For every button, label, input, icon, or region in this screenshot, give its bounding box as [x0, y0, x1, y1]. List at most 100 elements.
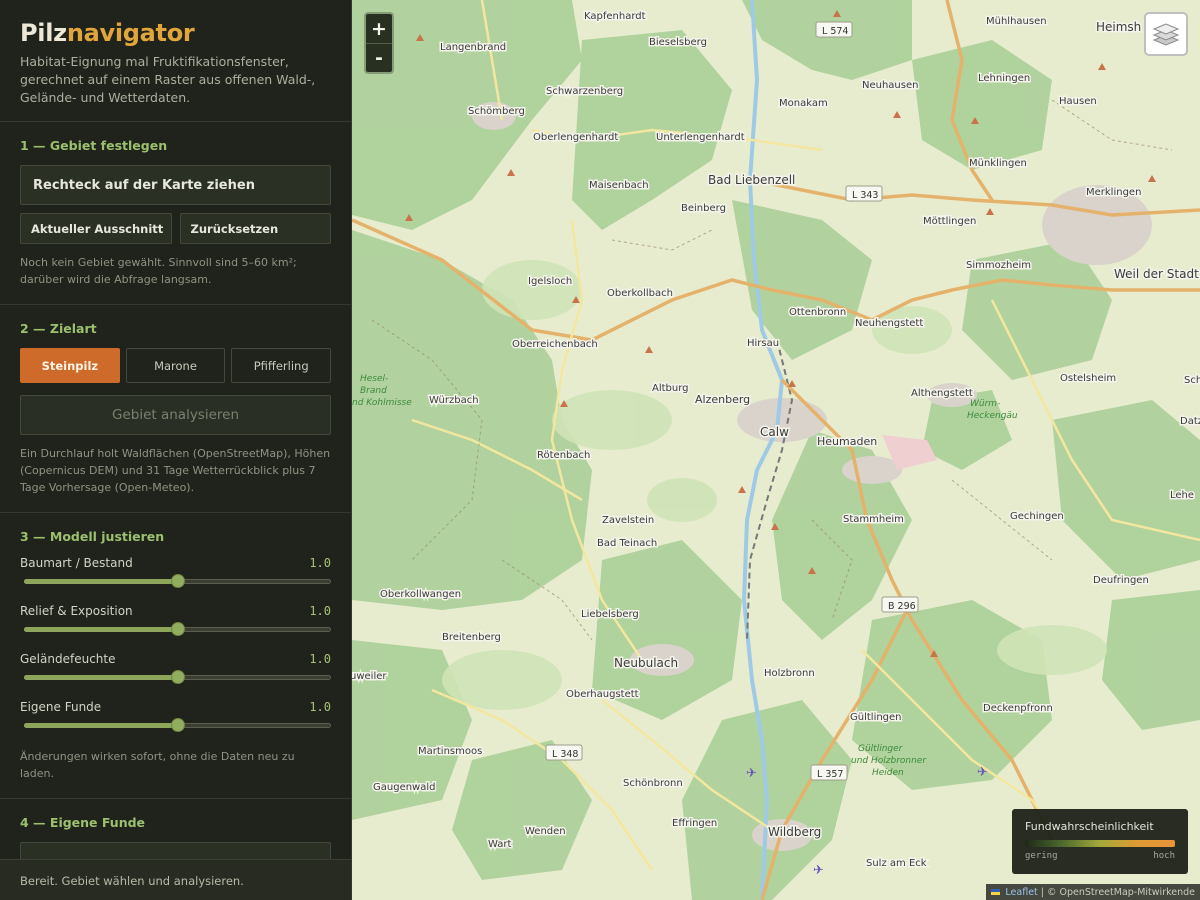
model-hint: Änderungen wirken sofort, ohne die Daten… — [20, 750, 295, 780]
place-label: Neuhausen — [862, 80, 918, 91]
app-tagline: Habitat-Eignung mal Fruktifikationsfenst… — [20, 54, 316, 105]
place-label: Gültlingen — [850, 712, 902, 723]
place-label: Monakam — [779, 98, 828, 109]
nature-label: Hesel- — [360, 374, 388, 384]
zoom-in-button[interactable]: + — [366, 14, 392, 43]
place-label: Oberlengenhardt — [533, 132, 618, 143]
place-label: Würzbach — [429, 395, 479, 406]
slider-track[interactable] — [20, 620, 331, 638]
place-label: Altburg — [652, 383, 689, 394]
place-label: Sch — [1184, 375, 1200, 386]
area-section-title: 1 — Gebiet festlegen — [20, 138, 168, 153]
place-label: Breitenberg — [442, 632, 501, 643]
road-shield-l343: L 343 — [845, 185, 883, 202]
place-label: Sulz am Eck — [866, 858, 927, 869]
place-label: Igelsloch — [528, 276, 572, 287]
species-option-marone[interactable]: Marone — [125, 348, 226, 383]
map-view[interactable]: ✈ ✈ ✈ L 574 L 343 B 296 L 348 L 357 Kapfen… — [352, 0, 1200, 900]
legend-high-label: hoch — [1153, 851, 1175, 861]
species-section-title: 2 — Zielart — [20, 321, 97, 336]
nature-label: und Holzbronner — [851, 756, 927, 766]
nature-label: Würm- — [970, 399, 1000, 409]
area-section: 1 — Gebiet festlegen Rechteck auf der Ka… — [0, 122, 351, 305]
slider-label: Baumart / Bestand — [20, 556, 133, 570]
place-label: Bad Liebenzell — [708, 173, 795, 187]
place-label: Oberhaugstett — [566, 689, 639, 700]
place-label: Weil der Stadt — [1114, 267, 1199, 281]
slider-label: Eigene Funde — [20, 700, 102, 714]
slider-fill — [24, 675, 178, 680]
slider-value: 1.0 — [309, 604, 331, 618]
place-label: Datz — [1180, 416, 1200, 427]
place-label: Unterlengenhardt — [656, 132, 745, 143]
map-attribution: Leaflet | © OpenStreetMap-Mitwirkende — [986, 884, 1200, 900]
slider-value: 1.0 — [309, 652, 331, 666]
place-label: Liebelsberg — [581, 609, 639, 620]
place-label: Bad Teinach — [597, 538, 657, 549]
place-label: Oberkollbach — [607, 288, 673, 299]
ukraine-flag-icon — [991, 889, 1001, 895]
place-label: Möttlingen — [923, 216, 976, 227]
road-label: L 357 — [817, 769, 843, 780]
road-shield-l574: L 574 — [815, 21, 853, 38]
legend-title: Fundwahrscheinlichkeit — [1025, 820, 1154, 833]
layer-switcher-button[interactable] — [1144, 12, 1188, 56]
model-section: 3 — Modell justieren Baumart / Bestand 1.… — [0, 513, 351, 799]
slider-track[interactable] — [20, 572, 331, 590]
road-shield-l348: L 348 — [545, 744, 583, 761]
leaflet-link[interactable]: Leaflet — [1005, 887, 1037, 898]
place-label: Neuhengstett — [855, 318, 923, 329]
place-label: Simmozheim — [966, 260, 1031, 271]
place-label: Gaugenwald — [373, 782, 436, 793]
place-label: Mühlhausen — [986, 16, 1047, 27]
place-label: Deckenpfronn — [983, 703, 1053, 714]
zoom-out-button[interactable]: - — [366, 43, 392, 72]
current-view-button[interactable]: Aktueller Ausschnitt — [20, 213, 172, 244]
place-label: Neubulach — [614, 656, 678, 670]
species-option-steinpilz[interactable]: Steinpilz — [20, 348, 120, 383]
area-hint: Noch kein Gebiet gewählt. Sinnvoll sind … — [20, 256, 297, 286]
control-sidebar: Pilznavigator Habitat-Eignung mal Frukti… — [0, 0, 352, 900]
svg-text:✈: ✈ — [977, 765, 988, 780]
slider-funde: Eigene Funde 1.0 — [20, 700, 331, 734]
reset-area-button[interactable]: Zurücksetzen — [179, 213, 331, 244]
svg-text:✈: ✈ — [746, 766, 757, 781]
place-label: Zavelstein — [602, 515, 654, 526]
slider-track[interactable] — [20, 668, 331, 686]
place-label: Alzenberg — [695, 393, 750, 406]
attribution-separator: | — [1040, 886, 1044, 898]
status-bar: Bereit. Gebiet wählen und analysieren. — [0, 859, 351, 900]
analyse-area-button[interactable]: Gebiet analysieren — [20, 395, 331, 435]
place-label: Oberreichenbach — [512, 339, 598, 350]
slider-thumb[interactable] — [170, 670, 185, 684]
slider-thumb[interactable] — [170, 622, 185, 636]
road-label: L 343 — [852, 190, 878, 201]
slider-value: 1.0 — [309, 700, 331, 714]
place-label: Hirsau — [747, 338, 779, 349]
road-label: L 348 — [552, 749, 578, 760]
place-label: Ottenbronn — [789, 307, 846, 318]
slider-thumb[interactable] — [170, 718, 185, 732]
legend-low-label: gering — [1025, 851, 1058, 861]
slider-track[interactable] — [20, 716, 331, 734]
osm-attribution-link[interactable]: © OpenStreetMap-Mitwirkende — [1047, 887, 1195, 898]
place-label: Kapfenhardt — [584, 11, 646, 22]
place-label: Gechingen — [1010, 511, 1064, 522]
nature-label: Heiden — [872, 768, 904, 778]
species-hint: Ein Durchlauf holt Waldflächen (OpenStre… — [20, 447, 331, 494]
place-label: Stammheim — [843, 514, 904, 525]
app-header: Pilznavigator Habitat-Eignung mal Frukti… — [0, 0, 351, 122]
place-label: Rötenbach — [537, 450, 590, 461]
map-tiles[interactable]: ✈ ✈ ✈ L 574 L 343 B 296 L 348 L 357 Kapfen… — [352, 0, 1200, 900]
place-label: Calw — [760, 425, 789, 439]
place-label: Oberkollwangen — [380, 589, 461, 600]
slider-thumb[interactable] — [170, 574, 185, 588]
slider-fill — [24, 579, 178, 584]
legend-gradient — [1025, 840, 1175, 847]
app-title-part-1: Pilz — [20, 19, 67, 47]
place-label: Althengstett — [911, 388, 973, 399]
place-label: Deufringen — [1093, 575, 1149, 586]
species-option-pfifferling[interactable]: Pfifferling — [231, 348, 332, 383]
place-label: Lehe — [1170, 490, 1194, 501]
draw-rectangle-button[interactable]: Rechteck auf der Karte ziehen — [20, 165, 331, 205]
